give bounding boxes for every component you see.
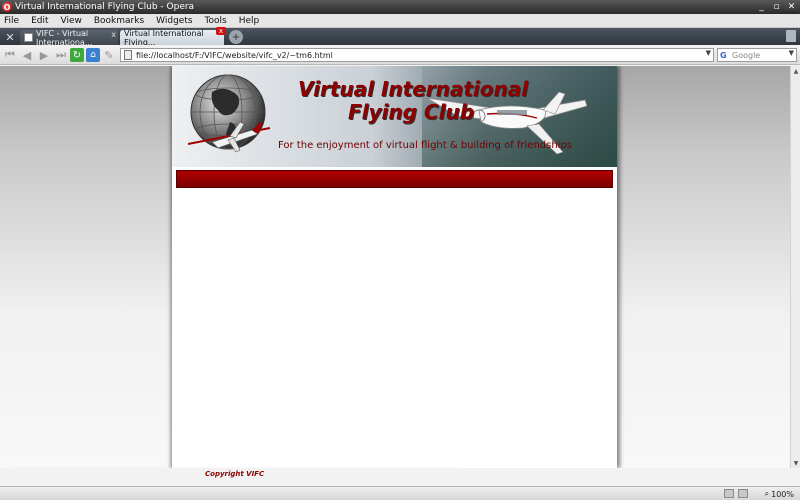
- tab-close-icon[interactable]: x: [216, 27, 226, 35]
- tab-bar: ✕ VIFC - Virtual Internationa... x Virtu…: [0, 27, 800, 47]
- window-title: Virtual International Flying Club - Oper…: [15, 2, 195, 12]
- copyright-text: Copyright VIFC: [205, 470, 265, 478]
- status-bar: ⌕ 100%: [0, 486, 800, 500]
- tab-close-icon[interactable]: x: [111, 30, 116, 39]
- scroll-up-icon[interactable]: ▲: [791, 66, 800, 76]
- site-title-line1: Virtual International: [298, 77, 529, 101]
- opera-icon: O: [2, 2, 12, 12]
- speed-dial-icon[interactable]: [724, 489, 734, 498]
- rewind-icon[interactable]: ⏮: [3, 48, 17, 62]
- menu-file[interactable]: File: [4, 16, 19, 26]
- menu-tools[interactable]: Tools: [205, 16, 227, 26]
- fast-forward-icon[interactable]: ⏭: [54, 48, 68, 62]
- menu-help[interactable]: Help: [239, 16, 260, 26]
- globe-logo-icon: [182, 72, 280, 165]
- tab-label: Virtual International Flying...: [124, 28, 204, 47]
- window-titlebar: O Virtual International Flying Club - Op…: [0, 0, 800, 14]
- site-tagline: For the enjoyment of virtual flight & bu…: [278, 140, 573, 151]
- search-placeholder: Google: [732, 50, 761, 60]
- minimize-button[interactable]: _: [755, 1, 768, 12]
- maximize-button[interactable]: ▫: [770, 1, 783, 12]
- tab-vifc[interactable]: VIFC - Virtual Internationa... x: [20, 28, 118, 47]
- site-banner: Virtual International Flying Club For th…: [172, 66, 617, 167]
- page-favicon-icon: [24, 33, 33, 42]
- address-field[interactable]: file://localhost/F:/VIFC/website/vifc_v2…: [120, 48, 714, 62]
- tab-virtual-international[interactable]: Virtual International Flying... x: [120, 27, 226, 47]
- menu-bookmarks[interactable]: Bookmarks: [94, 16, 144, 26]
- page-content: Virtual International Flying Club For th…: [172, 66, 617, 468]
- menu-view[interactable]: View: [61, 16, 82, 26]
- window-controls: _ ▫ ✕: [755, 1, 798, 12]
- scroll-down-icon[interactable]: ▼: [791, 458, 800, 468]
- navigation-bar: [176, 170, 613, 188]
- magnifier-icon: ⌕: [764, 489, 770, 498]
- chevron-down-icon[interactable]: ▼: [789, 49, 794, 57]
- page-icon: [124, 50, 132, 60]
- zoom-control[interactable]: ⌕ 100%: [765, 489, 794, 499]
- search-input[interactable]: G Google ▼: [717, 48, 797, 62]
- menu-bar: File Edit View Bookmarks Widgets Tools H…: [0, 14, 800, 28]
- forward-icon[interactable]: ▶: [37, 48, 51, 62]
- trash-icon[interactable]: [786, 30, 796, 42]
- zoom-level: 100%: [771, 489, 794, 499]
- vertical-scrollbar[interactable]: ▲ ▼: [790, 66, 800, 468]
- back-icon[interactable]: ◀: [20, 48, 34, 62]
- status-icons: [724, 489, 748, 498]
- close-button[interactable]: ✕: [785, 1, 798, 12]
- wand-icon[interactable]: ✎: [102, 48, 116, 62]
- new-tab-icon[interactable]: +: [229, 30, 243, 44]
- google-icon: G: [720, 50, 727, 60]
- site-title-line2: Flying Club: [348, 100, 475, 124]
- tab-label: VIFC - Virtual Internationa...: [36, 28, 93, 47]
- chevron-down-icon[interactable]: ▼: [706, 49, 711, 57]
- page-viewport: Virtual International Flying Club For th…: [0, 66, 790, 468]
- tools-icon[interactable]: ✕: [2, 29, 18, 45]
- menu-edit[interactable]: Edit: [31, 16, 48, 26]
- address-url: file://localhost/F:/VIFC/website/vifc_v2…: [136, 50, 333, 60]
- address-toolbar: ⏮ ◀ ▶ ⏭ ↻ ⌂ ✎ file://localhost/F:/VIFC/w…: [0, 45, 800, 65]
- reload-icon[interactable]: ↻: [70, 48, 84, 62]
- menu-widgets[interactable]: Widgets: [156, 16, 192, 26]
- home-icon[interactable]: ⌂: [86, 48, 100, 62]
- view-icon[interactable]: [738, 489, 748, 498]
